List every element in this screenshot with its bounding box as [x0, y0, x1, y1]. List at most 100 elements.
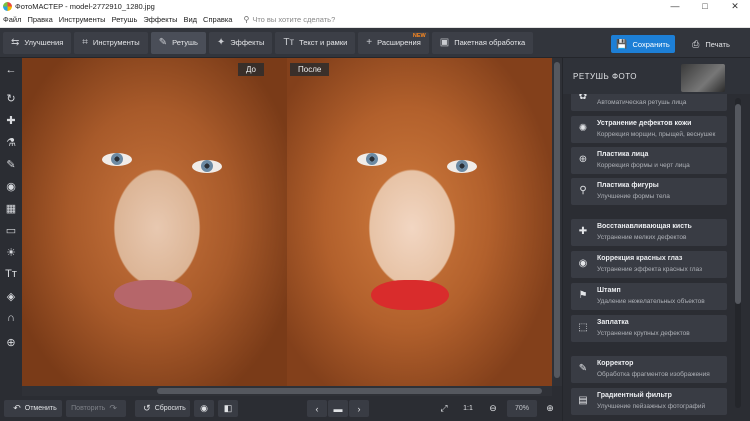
panel-item-stamp[interactable]: ⚑ Штамп Удаление нежелательных объектов [571, 283, 727, 310]
stamp-icon[interactable]: ⚗ [0, 132, 22, 152]
magnet-icon[interactable]: ∩ [0, 308, 22, 328]
radial-filter-icon[interactable]: ◉ [0, 176, 22, 196]
fit-screen-button[interactable]: ⤢ [434, 400, 454, 417]
scroll-thumb[interactable] [157, 388, 542, 394]
rotate-icon[interactable]: ↻ [0, 88, 22, 108]
menu-edit[interactable]: Правка [24, 15, 55, 24]
panel-item-red-eye[interactable]: ◉ Коррекция красных глаз Устранение эффе… [571, 251, 727, 278]
tab-label: Ретушь [172, 38, 198, 47]
print-button[interactable]: ⎙ Печать [680, 35, 742, 53]
redo-label: Повторить [71, 405, 106, 412]
minimize-button[interactable]: — [660, 0, 690, 12]
chevron-right-icon: › [357, 403, 361, 414]
panel-item-healing-brush[interactable]: ✚ Восстанавливающая кисть Устранение мел… [571, 219, 727, 246]
before-label: До [238, 63, 264, 76]
prev-image-button[interactable]: ‹ [307, 400, 327, 417]
menu-bar: Файл Правка Инструменты Ретушь Эффекты В… [0, 12, 750, 28]
preview-toggle-button[interactable]: ◉ [194, 400, 214, 417]
face-icon: ✿ [578, 94, 588, 102]
ratio-label: 1:1 [463, 405, 473, 412]
menu-search[interactable]: ⚲ Что вы хотите сделать? [243, 15, 335, 24]
chevron-left-icon: ‹ [315, 403, 319, 414]
compare-button[interactable]: ◧ [218, 400, 238, 417]
scroll-thumb[interactable] [554, 62, 560, 378]
image-canvas[interactable]: До После [22, 58, 552, 386]
actual-size-button[interactable]: 1:1 [458, 400, 478, 417]
crosshair-icon[interactable]: ⊕ [0, 332, 22, 352]
item-description: Улучшение пейзажных фотографий [597, 403, 706, 410]
healing-icon[interactable]: ✚ [0, 110, 22, 130]
panel-item-figure-plastic[interactable]: ⚲ Пластика фигуры Улучшение формы тела [571, 178, 727, 205]
tab-text-frames[interactable]: Tт Текст и рамки [275, 31, 356, 54]
maximize-button[interactable]: □ [690, 0, 720, 12]
search-placeholder[interactable]: Что вы хотите сделать? [252, 15, 335, 24]
healing-brush-icon: ✚ [578, 226, 588, 237]
item-title: Устранение дефектов кожи [597, 120, 692, 127]
gradient-icon[interactable]: ▦ [0, 198, 22, 218]
crop-icon: ⌗ [82, 37, 88, 48]
tab-label: Текст и рамки [299, 38, 348, 47]
item-title: Корректор [597, 360, 634, 367]
zoom-out-button[interactable]: ⊖ [484, 400, 502, 417]
panel-item-corrector[interactable]: ✎ Корректор Обработка фрагментов изображ… [571, 356, 727, 383]
light-icon[interactable]: ☀ [0, 242, 22, 262]
panel-item-face-plastic[interactable]: ⊕ Пластика лица Коррекция формы и черт л… [571, 147, 727, 174]
tab-retouch[interactable]: ✎ Ретушь [150, 31, 206, 54]
retouch-panel: РЕТУШЬ ФОТО ✿ Автоматическая ретушь лица… [562, 58, 750, 421]
compare-icon: ◧ [223, 403, 233, 413]
undo-button[interactable]: ↶ Отменить [4, 400, 62, 417]
fit-screen-icon: ⤢ [440, 403, 448, 413]
item-description: Удаление нежелательных объектов [597, 298, 705, 305]
panel-item-auto-retouch[interactable]: ✿ Автоматическая ретушь лица [571, 94, 727, 111]
printer-icon: ⎙ [692, 38, 700, 49]
menu-view[interactable]: Вид [180, 15, 200, 24]
tab-effects[interactable]: ✦ Эффекты [208, 31, 273, 54]
lips [371, 280, 449, 310]
tab-batch[interactable]: ▣ Пакетная обработка [431, 31, 534, 54]
menu-file[interactable]: Файл [0, 15, 24, 24]
panel-scrollbar[interactable] [735, 98, 741, 408]
redo-button[interactable]: Повторить ↷ [66, 400, 126, 417]
fill-icon[interactable]: ◈ [0, 286, 22, 306]
reset-button[interactable]: ↺ Сбросить [135, 400, 190, 417]
item-description: Обработка фрагментов изображения [597, 371, 710, 378]
next-image-button[interactable]: › [349, 400, 369, 417]
text-tool-icon[interactable]: Tт [0, 264, 22, 284]
tab-extensions[interactable]: + Расширения NEW [358, 31, 429, 54]
item-description: Улучшение формы тела [597, 193, 670, 200]
panel-item-patch[interactable]: ⬚ Заплатка Устранение крупных дефектов [571, 315, 727, 342]
item-description: Устранение мелких дефектов [597, 234, 687, 241]
menu-tools[interactable]: Инструменты [56, 15, 109, 24]
menu-retouch[interactable]: Ретушь [109, 15, 141, 24]
item-description: Устранение эффекта красных глаз [597, 266, 703, 273]
tab-tools[interactable]: ⌗ Инструменты [74, 31, 148, 54]
eye-right [447, 160, 477, 173]
close-button[interactable]: ✕ [720, 0, 750, 12]
vignette-icon[interactable]: ▭ [0, 220, 22, 240]
face-plastic-icon: ⊕ [578, 154, 588, 165]
figure-icon: ⚲ [579, 185, 587, 196]
window-controls: — □ ✕ [660, 0, 750, 12]
eye-icon: ◉ [578, 258, 588, 269]
tab-improvements[interactable]: ⇆ Улучшения [3, 31, 72, 54]
photo-before [22, 58, 287, 386]
floppy-icon: 💾 [616, 38, 628, 49]
panel-item-gradient-filter[interactable]: ▤ Градиентный фильтр Улучшение пейзажных… [571, 388, 727, 415]
zoom-value[interactable]: 70% [507, 400, 537, 417]
menu-effects[interactable]: Эффекты [140, 15, 180, 24]
horizontal-scrollbar[interactable] [22, 386, 552, 396]
brush-tool-icon[interactable]: ✎ [0, 154, 22, 174]
zoom-in-button[interactable]: ⊕ [541, 400, 559, 417]
back-icon[interactable]: ← [0, 60, 22, 80]
vertical-scrollbar[interactable] [552, 58, 562, 386]
scroll-thumb[interactable] [735, 104, 741, 304]
panel-item-skin-defects[interactable]: ✺ Устранение дефектов кожи Коррекция мор… [571, 116, 727, 143]
menu-help[interactable]: Справка [200, 15, 235, 24]
panel-header: РЕТУШЬ ФОТО [563, 58, 750, 94]
folder-icon: ▬ [333, 403, 343, 414]
item-description: Коррекция морщин, прыщей, веснушек [597, 131, 716, 138]
item-description: Автоматическая ретушь лица [597, 99, 687, 106]
save-button[interactable]: 💾 Сохранить [611, 35, 675, 53]
corrector-brush-icon: ✎ [578, 363, 588, 374]
open-folder-button[interactable]: ▬ [328, 400, 348, 417]
